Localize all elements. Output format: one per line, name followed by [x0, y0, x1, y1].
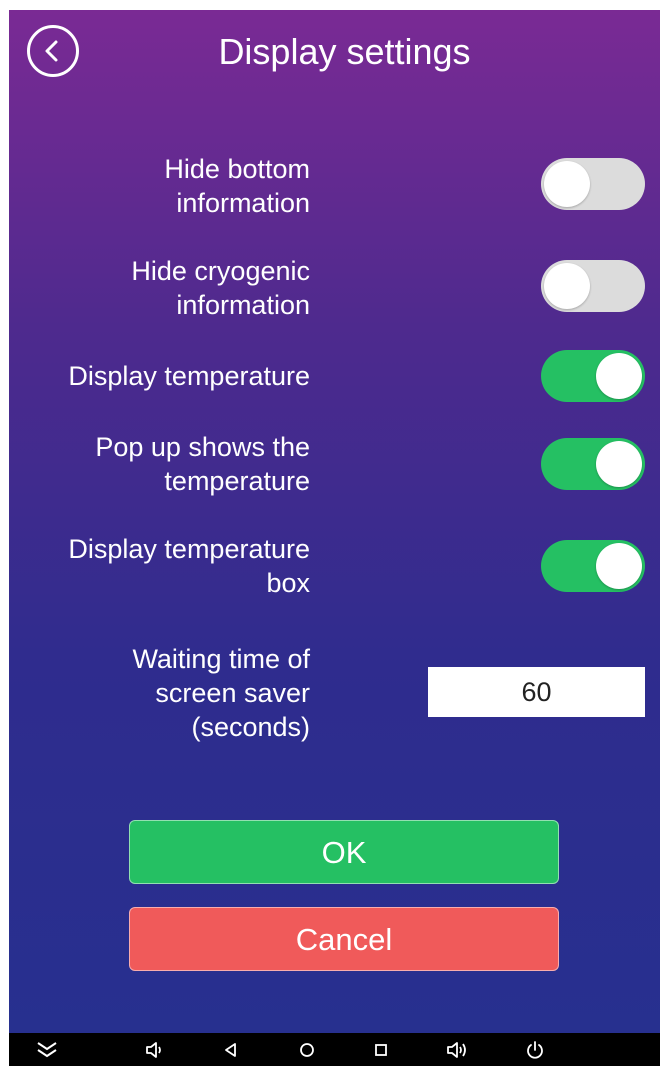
toggle-knob	[596, 353, 642, 399]
cancel-button[interactable]: Cancel	[129, 907, 559, 971]
display-settings-screen: Display settings Hide bottom information…	[9, 10, 660, 1066]
nav-recents-icon[interactable]	[368, 1038, 394, 1062]
setting-label: Display temperature	[68, 361, 310, 391]
setting-label: Display temperature box	[68, 534, 310, 598]
popup-temperature-toggle[interactable]	[541, 438, 645, 490]
collapse-chevrons-icon[interactable]	[34, 1038, 60, 1062]
screen-saver-label: Waiting time of screen saver (seconds)	[132, 644, 310, 742]
system-navigation-bar	[9, 1033, 660, 1066]
toggle-knob	[544, 263, 590, 309]
display-temperature-toggle[interactable]	[541, 350, 645, 402]
nav-home-icon[interactable]	[294, 1038, 320, 1062]
nav-back-icon[interactable]	[218, 1038, 244, 1062]
toggle-knob	[544, 161, 590, 207]
setting-label: Pop up shows the temperature	[95, 432, 310, 496]
hide-bottom-information-toggle[interactable]	[541, 158, 645, 210]
toggle-knob	[596, 543, 642, 589]
temperature-box-toggle[interactable]	[541, 540, 645, 592]
volume-up-icon[interactable]	[444, 1038, 470, 1062]
screen-saver-seconds-input[interactable]	[428, 667, 645, 717]
volume-down-icon[interactable]	[142, 1038, 168, 1062]
setting-label: Hide bottom information	[164, 154, 310, 218]
power-icon[interactable]	[522, 1038, 548, 1062]
page-title: Display settings	[218, 31, 471, 72]
toggle-knob	[596, 441, 642, 487]
setting-label: Hide cryogenic information	[131, 256, 310, 320]
hide-cryogenic-information-toggle[interactable]	[541, 260, 645, 312]
ok-button[interactable]: OK	[129, 820, 559, 884]
